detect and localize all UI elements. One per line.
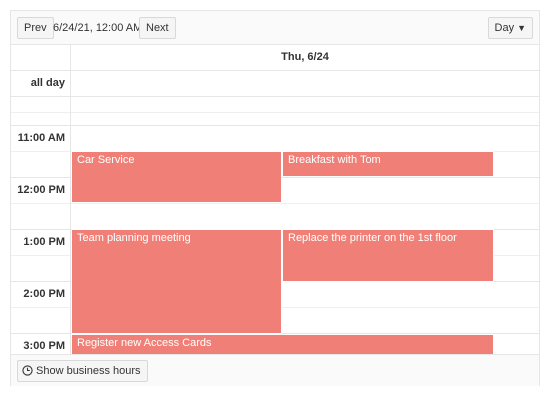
view-switcher-dropdown[interactable]: Day ▼ bbox=[487, 17, 533, 39]
time-label: 12:00 PM bbox=[17, 184, 65, 196]
event-title: Register new Access Cards bbox=[77, 337, 212, 349]
event-title: Replace the printer on the 1st floor bbox=[288, 232, 457, 244]
toolbar: Prev 6/24/21, 12:00 AM Next Day ▼ bbox=[11, 11, 539, 45]
event-title: Breakfast with Tom bbox=[288, 154, 381, 166]
next-button[interactable]: Next bbox=[139, 17, 176, 39]
event-replace-printer[interactable]: Replace the printer on the 1st floor bbox=[282, 229, 494, 282]
all-day-label: all day bbox=[30, 77, 65, 89]
footer: Show business hours bbox=[11, 354, 539, 386]
view-switcher-label: Day bbox=[494, 22, 515, 34]
event-title: Car Service bbox=[77, 154, 135, 166]
event-register-access-cards[interactable]: Register new Access Cards bbox=[71, 334, 494, 354]
show-business-hours-button[interactable]: Show business hours bbox=[17, 360, 148, 382]
event-team-planning-meeting[interactable]: Team planning meeting bbox=[71, 229, 282, 334]
scheduler: Prev 6/24/21, 12:00 AM Next Day ▼ Thu, 6/… bbox=[10, 10, 540, 386]
time-label: 3:00 PM bbox=[23, 340, 65, 352]
time-label: 11:00 AM bbox=[17, 132, 65, 144]
time-axis-column bbox=[11, 44, 71, 354]
time-label: 1:00 PM bbox=[23, 236, 65, 248]
time-label: 2:00 PM bbox=[23, 288, 65, 300]
clock-icon bbox=[22, 364, 33, 376]
event-breakfast-with-tom[interactable]: Breakfast with Tom bbox=[282, 151, 494, 177]
caret-down-icon: ▼ bbox=[517, 23, 526, 33]
prev-button[interactable]: Prev bbox=[17, 17, 54, 39]
day-view-grid: Thu, 6/24 all day 11:00 AM 12:00 PM 1:00… bbox=[11, 44, 539, 354]
event-car-service[interactable]: Car Service bbox=[71, 151, 282, 203]
show-business-hours-label: Show business hours bbox=[36, 365, 141, 377]
current-date-label[interactable]: 6/24/21, 12:00 AM bbox=[53, 17, 142, 39]
event-title: Team planning meeting bbox=[77, 232, 191, 244]
